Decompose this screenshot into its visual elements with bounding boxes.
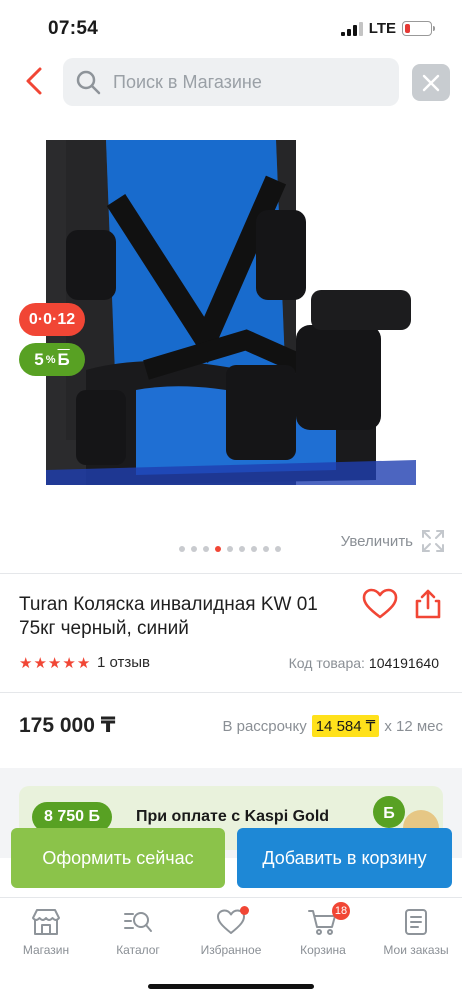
battery-icon	[402, 21, 435, 36]
divider	[0, 692, 462, 693]
gallery-dot	[227, 546, 233, 552]
chevron-left-icon	[26, 67, 42, 95]
close-search-button[interactable]	[412, 64, 450, 101]
share-icon	[415, 589, 441, 619]
product-code-label: Код товара:	[288, 655, 365, 671]
home-indicator	[148, 984, 314, 989]
product-code: Код товара: 104191640	[289, 655, 439, 671]
installment-badge: 0·0·12	[19, 303, 85, 336]
gallery-dots	[179, 546, 281, 552]
star-icon: ★	[19, 655, 33, 672]
product-title: Turan Коляска инвалидная KW 01 75кг черн…	[19, 594, 318, 639]
product-image[interactable]	[46, 140, 416, 510]
tab-label: Каталог	[116, 943, 160, 957]
bonus-badge: 5% Б	[19, 343, 85, 376]
heart-icon	[216, 906, 249, 936]
search-bar[interactable]	[63, 58, 399, 106]
star-icon: ★	[47, 655, 62, 672]
zoom-label: Увеличить	[340, 532, 413, 550]
tab-favorites[interactable]: Избранное	[185, 906, 277, 957]
cart-icon: 18	[308, 902, 350, 936]
gallery-dot	[203, 546, 209, 552]
search-icon	[76, 70, 101, 95]
divider	[0, 573, 462, 574]
gallery-dot	[239, 546, 245, 552]
product-price: 175 000 ₸	[19, 714, 116, 737]
zoom-button[interactable]: Увеличить	[341, 529, 445, 553]
order-now-button[interactable]: Оформить сейчас	[11, 828, 225, 888]
tab-label: Корзина	[300, 943, 346, 957]
tab-orders[interactable]: Мои заказы	[370, 908, 462, 957]
tab-label: Магазин	[22, 943, 70, 957]
installment-label: В рассрочку	[222, 717, 307, 735]
gold-text: При оплате с Kaspi Gold	[136, 808, 330, 825]
tab-label: Избранное	[200, 943, 262, 957]
svg-text:Б: Б	[383, 805, 395, 822]
tab-store[interactable]: Магазин	[0, 908, 92, 957]
bonus-value: 5	[34, 349, 44, 369]
gallery-dot-active	[215, 546, 221, 552]
gallery-dot	[251, 546, 257, 552]
bonus-suffix: Б	[57, 349, 70, 369]
store-icon	[31, 908, 61, 936]
back-button[interactable]	[18, 64, 52, 98]
wheelchair-illustration	[46, 140, 416, 510]
installment-info: В рассрочку 14 584 ₸ х 12 мес	[222, 715, 443, 737]
tab-catalog[interactable]: Каталог	[92, 908, 184, 957]
cart-count-badge: 18	[332, 902, 350, 920]
tab-cart[interactable]: 18 Корзина	[277, 902, 369, 957]
star-icon: ★	[76, 655, 91, 672]
catalog-search-icon	[123, 908, 153, 936]
favorite-button[interactable]	[362, 588, 398, 620]
add-to-cart-button[interactable]: Добавить в корзину	[237, 828, 452, 888]
gallery-dot	[263, 546, 269, 552]
rating-stars: ★ ★ ★ ★ ★	[19, 654, 90, 672]
installment-term: х 12 мес	[384, 717, 443, 735]
product-code-value: 104191640	[368, 655, 439, 671]
status-indicators: LTE	[340, 20, 435, 37]
gallery-dot	[191, 546, 197, 552]
expand-icon	[422, 530, 444, 552]
tab-label: Мои заказы	[383, 943, 449, 957]
status-time: 07:54	[48, 18, 99, 39]
star-icon: ★	[62, 655, 76, 672]
installment-amount: 14 584 ₸	[311, 715, 380, 737]
signal-icon	[340, 21, 363, 36]
search-input[interactable]	[113, 71, 373, 93]
network-type: LTE	[368, 20, 396, 37]
notification-dot	[240, 906, 249, 915]
close-icon	[422, 74, 440, 91]
orders-icon	[401, 908, 431, 936]
gallery-dot	[275, 546, 281, 552]
share-button[interactable]	[414, 588, 442, 620]
gallery-dot	[179, 546, 185, 552]
reviews-link[interactable]: 1 отзыв	[97, 654, 150, 671]
star-icon: ★	[33, 655, 47, 672]
heart-outline-icon	[362, 588, 398, 619]
